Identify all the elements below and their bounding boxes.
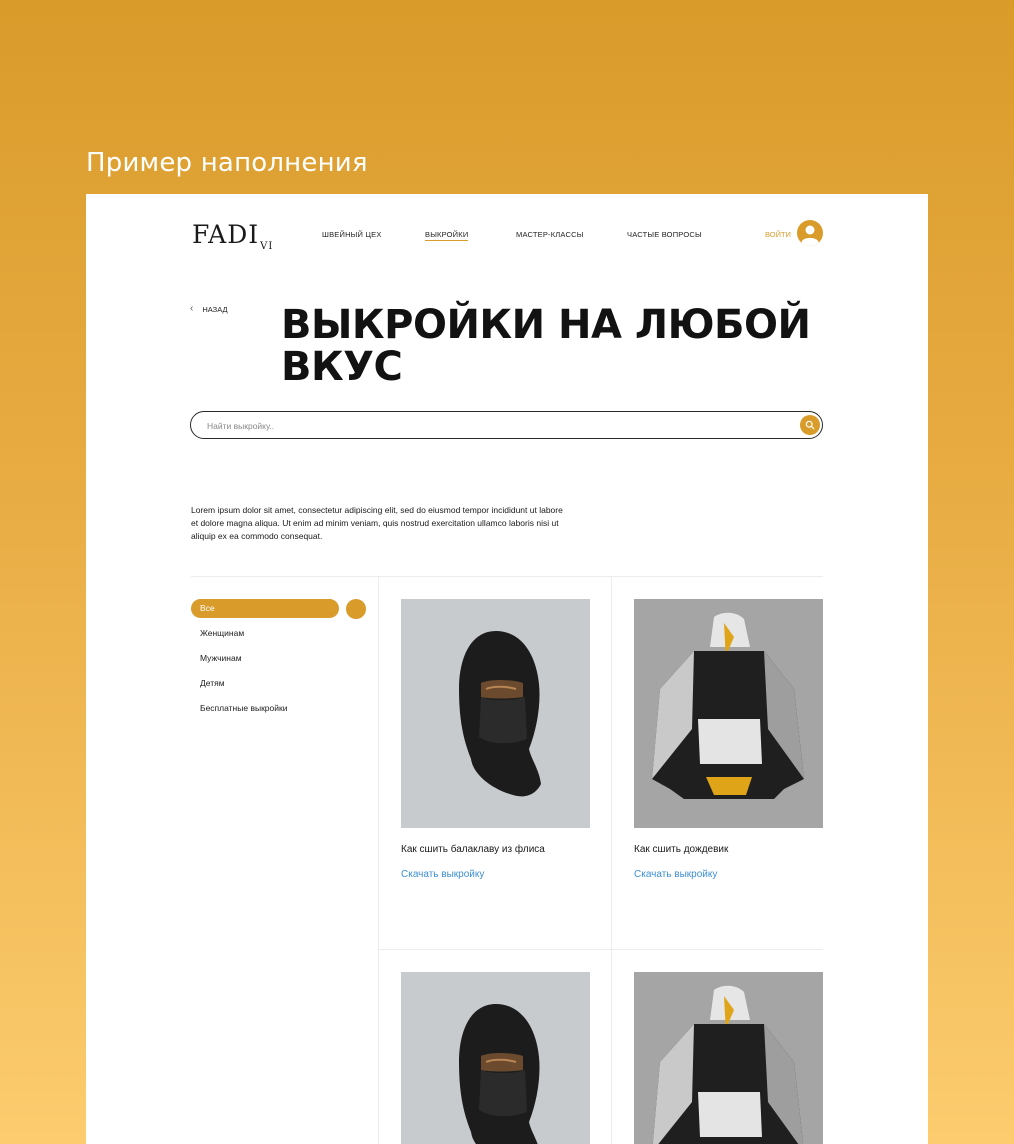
logo-text: FADI [192,220,260,249]
filter-all[interactable]: Все [191,599,339,618]
nav-item-master-classes[interactable]: МАСТЕР-КЛАССЫ [516,230,584,239]
showcase-title: Пример наполнения [86,148,368,178]
search-input[interactable] [207,418,787,434]
grid-divider [611,576,612,1144]
logo[interactable]: FADIVI [192,220,274,252]
filter-free-patterns[interactable]: Бесплатные выкройки [191,699,367,718]
search-button[interactable] [800,415,820,435]
nav-item-patterns[interactable]: ВЫКРОЙКИ [425,230,469,241]
raincoat-photo[interactable] [634,972,823,1144]
nav-item-sewing-shop[interactable]: ШВЕЙНЫЙ ЦЕХ [322,230,382,239]
pattern-card [401,972,591,1144]
raincoat-photo[interactable] [634,599,823,828]
card-title: Как сшить балаклаву из флиса [401,844,545,855]
logo-sub: VI [260,241,274,252]
filter-men[interactable]: Мужчинам [191,649,367,668]
search-bar [190,411,823,439]
download-pattern-link[interactable]: Скачать выкройку [401,869,484,880]
grid-divider [378,949,823,950]
grid-divider [378,576,379,1144]
filter-toggle-button[interactable] [346,599,366,619]
login-link[interactable]: ВОЙТИ [765,230,791,239]
back-label: НАЗАД [202,304,228,314]
filter-women[interactable]: Женщинам [191,624,367,643]
description-text: Lorem ipsum dolor sit amet, consectetur … [191,505,563,541]
balaclava-photo[interactable] [401,972,590,1144]
filter-kids[interactable]: Детям [191,674,367,693]
pattern-card: Как сшить дождевик Скачать выкройку [634,599,824,882]
user-avatar-icon[interactable] [797,220,823,246]
category-filters: Все Женщинам Мужчинам Детям Бесплатные в… [191,599,367,724]
nav-item-faq[interactable]: ЧАСТЫЕ ВОПРОСЫ [627,230,702,239]
chevron-left-icon: ‹ [190,303,194,314]
pattern-card [634,972,824,1144]
balaclava-photo[interactable] [401,599,590,828]
page-title: ВЫКРОЙКИ НА ЛЮБОЙ ВКУС [281,302,811,390]
pattern-card: Как сшить балаклаву из флиса Скачать вык… [401,599,591,882]
card-title: Как сшить дождевик [634,844,729,855]
page-frame: FADIVI ШВЕЙНЫЙ ЦЕХ ВЫКРОЙКИ МАСТЕР-КЛАСС… [86,194,928,1144]
download-pattern-link[interactable]: Скачать выкройку [634,869,717,880]
grid-divider [191,576,823,577]
search-icon [805,420,815,430]
back-link[interactable]: ‹ НАЗАД [190,304,228,314]
